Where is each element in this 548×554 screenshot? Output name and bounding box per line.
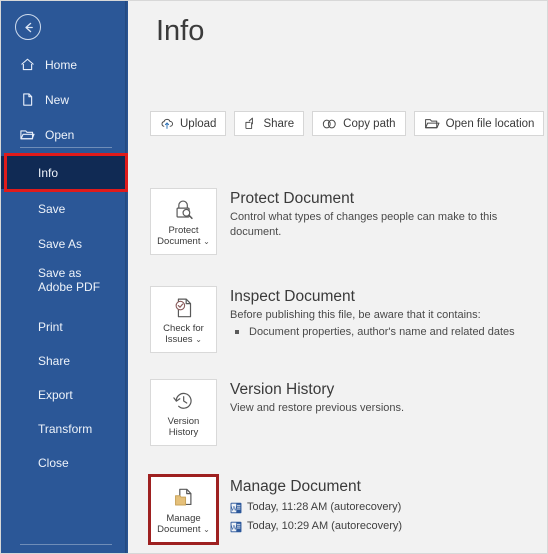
inspect-document-section: Check for Issues ⌄ Inspect Document Befo… [150,286,515,353]
sidebar-item-label: Save [38,201,66,216]
version-history-section: Version History Version History View and… [150,379,404,446]
manage-document-body: Manage Document W Today, 11:28 AM (autor… [230,476,402,537]
sidebar-item-label: Home [45,57,78,72]
list-item[interactable]: W Today, 10:29 AM (autorecovery) [230,518,402,535]
sidebar-item-label: Close [38,455,69,470]
sidebar-item-save-as-adobe-pdf[interactable]: Save as Adobe PDF [1,262,128,302]
share-button[interactable]: Share [234,111,305,136]
page-icon [16,92,38,107]
protect-document-section: Protect Document ⌄ Protect Document Cont… [150,188,547,255]
manage-document-tile-label: Manage Document ⌄ [157,512,210,535]
backstage-main: Info Upload Share Copy path Open file lo… [128,1,547,553]
back-arrow-circle-icon[interactable] [15,14,41,40]
sidebar-item-label: Print [38,319,63,334]
sidebar-item-save[interactable]: Save [1,193,128,224]
sidebar-item-label: Share [38,353,71,368]
sidebar-item-label: Transform [38,421,93,436]
word-doc-icon: W [230,521,242,533]
sidebar-item-label: Export [38,387,73,402]
upload-button-label: Upload [180,117,217,130]
sidebar-item-label: Open [45,127,75,142]
sidebar-divider-top [20,147,112,148]
svg-text:W: W [231,505,238,512]
copy-path-button[interactable]: Copy path [312,111,406,136]
sidebar-item-home[interactable]: Home [1,49,128,80]
list-item[interactable]: W Today, 11:28 AM (autorecovery) [230,499,402,516]
word-backstage-info-screen: Home New Open Info Save Save As Save as … [0,0,548,554]
manage-document-tile[interactable]: Manage Document ⌄ [150,476,217,543]
document-check-icon [171,295,196,321]
sidebar-item-open[interactable]: Open [1,119,128,150]
info-toolbar: Upload Share Copy path Open file locatio… [150,111,545,136]
sidebar-item-info[interactable]: Info [1,156,128,189]
open-file-location-button-label: Open file location [445,117,535,130]
version-history-tile-label: Version History [167,415,200,438]
list-item: Document properties, author's name and r… [230,325,515,340]
autorecovery-version-list: W Today, 11:28 AM (autorecovery) W Today… [230,499,402,535]
sidebar-item-label: New [45,92,70,107]
sidebar-item-close[interactable]: Close [1,447,128,478]
padlock-magnifier-icon [171,197,197,223]
sidebar-item-label: Info [38,165,59,180]
inspect-document-bullets: Document properties, author's name and r… [230,325,515,340]
chevron-down-icon: ⌄ [195,334,202,344]
manage-document-section: Manage Document ⌄ Manage Document W Toda… [150,476,402,543]
home-icon [16,57,38,72]
folder-icon [16,127,38,142]
version-history-body: Version History View and restore previou… [230,379,404,416]
share-icon [244,117,257,130]
sidebar-item-new[interactable]: New [1,84,128,115]
clock-back-icon [171,388,196,414]
copy-path-button-label: Copy path [343,117,396,130]
cloud-upload-icon [160,117,174,130]
sidebar-item-label: Save as Adobe PDF [38,266,101,294]
protect-document-desc: Control what types of changes people can… [230,211,498,238]
inspect-document-title: Inspect Document [230,288,355,305]
sidebar-item-share[interactable]: Share [1,345,128,376]
backstage-sidebar: Home New Open Info Save Save As Save as … [1,1,128,553]
sidebar-item-print[interactable]: Print [1,311,128,342]
sidebar-item-save-as[interactable]: Save As [1,228,128,259]
open-folder-icon [424,117,440,130]
autorecovery-version-label: Today, 10:29 AM (autorecovery) [247,520,403,532]
word-doc-icon: W [230,502,242,514]
back-arrow-glyph [24,22,33,32]
page-title: Info [156,15,205,47]
svg-text:W: W [231,524,238,531]
chevron-down-icon: ⌄ [203,524,210,534]
sidebar-divider-bottom [20,544,112,545]
inspect-document-desc: Before publishing this file, be aware th… [230,309,481,321]
sidebar-item-export[interactable]: Export [1,379,128,410]
sidebar-item-label: Save As [38,236,83,251]
chevron-down-icon: ⌄ [203,236,210,246]
version-history-desc: View and restore previous versions. [230,402,405,414]
sidebar-item-transform[interactable]: Transform [1,413,128,444]
autorecovery-version-label: Today, 11:28 AM (autorecovery) [247,501,402,513]
version-history-tile[interactable]: Version History [150,379,217,446]
manage-document-title: Manage Document [230,478,361,495]
protect-document-tile[interactable]: Protect Document ⌄ [150,188,217,255]
upload-button[interactable]: Upload [150,111,227,136]
protect-document-title: Protect Document [230,190,355,207]
link-icon [322,118,337,130]
check-for-issues-tile-label: Check for Issues ⌄ [163,322,204,345]
protect-document-tile-label: Protect Document ⌄ [157,224,210,247]
inspect-document-body: Inspect Document Before publishing this … [230,286,515,340]
share-button-label: Share [263,117,295,130]
open-file-location-button[interactable]: Open file location [413,111,545,136]
protect-document-body: Protect Document Control what types of c… [230,188,547,240]
version-history-title: Version History [230,381,335,398]
document-folder-icon [171,485,196,511]
check-for-issues-tile[interactable]: Check for Issues ⌄ [150,286,217,353]
